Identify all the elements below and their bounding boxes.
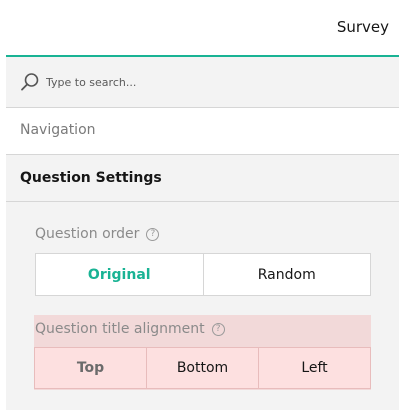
question-order-random-button[interactable]: Random bbox=[202, 254, 371, 295]
panel-header: Survey bbox=[6, 0, 399, 57]
header-title: Survey bbox=[336, 18, 389, 36]
title-alignment-label-row: Question title alignment ? bbox=[35, 321, 225, 337]
question-order-label: Question order bbox=[35, 226, 140, 242]
title-alignment-top-button[interactable]: Top bbox=[35, 348, 146, 388]
search-input[interactable] bbox=[46, 71, 386, 93]
question-order-label-row: Question order ? bbox=[35, 226, 160, 242]
title-alignment-section: Question title alignment ? Top Bottom Le… bbox=[34, 315, 371, 390]
title-alignment-label: Question title alignment bbox=[35, 321, 205, 337]
search-bar bbox=[6, 57, 399, 108]
search-icon bbox=[20, 72, 40, 92]
help-icon[interactable]: ? bbox=[211, 322, 225, 336]
title-alignment-bottom-button[interactable]: Bottom bbox=[146, 348, 258, 388]
property-grid-panel: Survey Navigation Question Settings Ques… bbox=[6, 0, 399, 410]
category-question-settings[interactable]: Question Settings bbox=[6, 155, 399, 202]
help-icon[interactable]: ? bbox=[146, 227, 160, 241]
category-navigation[interactable]: Navigation bbox=[6, 108, 399, 155]
question-order-button-group: Original Random bbox=[35, 253, 371, 296]
title-alignment-left-button[interactable]: Left bbox=[258, 348, 370, 388]
category-question-settings-label: Question Settings bbox=[20, 170, 162, 186]
category-navigation-label: Navigation bbox=[20, 122, 96, 138]
question-order-original-button[interactable]: Original bbox=[36, 254, 203, 295]
title-alignment-button-group: Top Bottom Left bbox=[34, 347, 371, 389]
